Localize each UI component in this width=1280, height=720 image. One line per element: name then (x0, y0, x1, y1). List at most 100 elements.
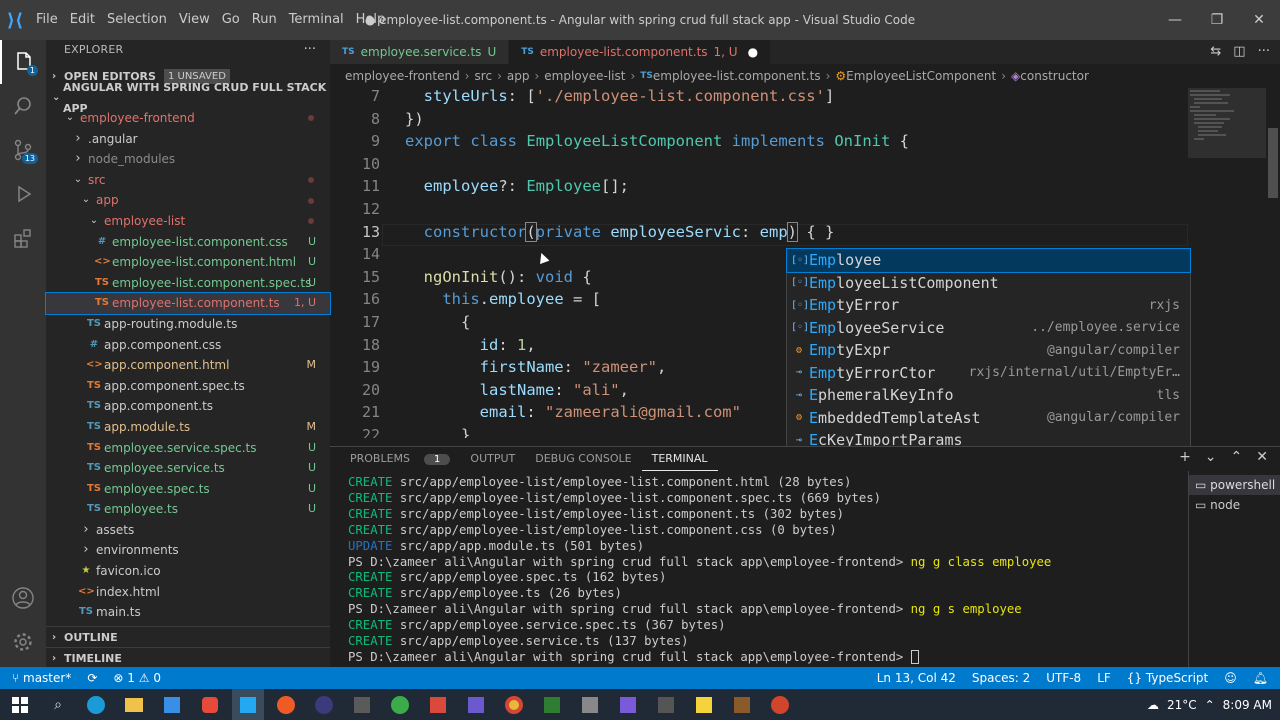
file-tree-item[interactable]: TS employee.spec.ts U (46, 479, 330, 500)
file-tree-item[interactable]: <> app.component.html M (46, 355, 330, 376)
breadcrumb-item[interactable]: employee-list (544, 69, 625, 83)
suggestion-item[interactable]: ⊸ EmptyErrorCtor rxjs/internal/util/EmptyE… (787, 362, 1190, 385)
code-line[interactable]: }) (405, 110, 424, 128)
breadcrumb-item[interactable]: EmployeeListComponent (846, 69, 996, 83)
tab-terminal[interactable]: TERMINAL (641, 448, 718, 471)
indentation[interactable]: Spaces: 2 (964, 671, 1038, 685)
app-icon[interactable] (422, 689, 454, 720)
file-tree-item[interactable]: › node_modules (46, 149, 330, 170)
app-icon[interactable] (384, 689, 416, 720)
code-line[interactable]: firstName: "zameer", (405, 358, 667, 376)
suggestion-item[interactable]: ⊸ EphemeralKeyInfo tls (787, 384, 1190, 407)
powerpoint-icon[interactable] (764, 689, 796, 720)
code-line[interactable]: styleUrls: ['./employee-list.component.c… (405, 88, 835, 105)
branch-status[interactable]: ⑂ master* (0, 671, 79, 685)
menu-view[interactable]: View (173, 0, 216, 40)
tab-problems[interactable]: PROBLEMS 1 (330, 448, 460, 471)
eclipse-icon[interactable] (308, 689, 340, 720)
sync-icon[interactable]: ⟳ (79, 671, 105, 685)
file-tree-item[interactable]: TS app-routing.module.ts (46, 314, 330, 335)
file-tree-item[interactable]: <> index.html (46, 582, 330, 603)
search-icon[interactable] (0, 84, 46, 128)
windows-start-icon[interactable] (4, 689, 36, 720)
tab-debug-console[interactable]: DEBUG CONSOLE (525, 448, 641, 470)
file-tree-item[interactable]: › .angular (46, 129, 330, 150)
file-tree-item[interactable]: TS app.module.ts M (46, 417, 330, 438)
terminal-item-powershell[interactable]: ▭ powershell (1189, 475, 1280, 495)
file-tree-item[interactable]: TS employee.service.spec.ts U (46, 438, 330, 459)
code-line[interactable]: constructor(private employeeServic: emp)… (405, 221, 834, 242)
search-icon[interactable]: ⌕ (42, 689, 74, 720)
file-tree-item[interactable]: ⌄ employee-list (46, 211, 330, 232)
suggestion-item[interactable]: [◦] EmployeeService ../employee.service (787, 317, 1190, 340)
app-icon[interactable] (536, 689, 568, 720)
code-line[interactable]: lastName: "ali", (405, 381, 629, 399)
file-tree-item[interactable]: TS employee.service.ts U (46, 458, 330, 479)
close-button[interactable]: ✕ (1238, 0, 1280, 40)
outline-section[interactable]: › OUTLINE (46, 626, 330, 647)
app-icon[interactable] (650, 689, 682, 720)
app-icon[interactable] (612, 689, 644, 720)
file-tree-item[interactable]: TS main.ts (46, 602, 330, 623)
file-tree-item[interactable]: # employee-list.component.css U (46, 232, 330, 253)
suggestion-item[interactable]: [◦] EmptyError rxjs (787, 294, 1190, 317)
file-tree-item[interactable]: ★ favicon.ico (46, 561, 330, 582)
postman-icon[interactable] (270, 689, 302, 720)
code-line[interactable]: email: "zameerali@gmail.com" (405, 403, 741, 421)
feedback-icon[interactable]: ☺ (1216, 671, 1245, 685)
file-tree-item[interactable]: TS employee-list.component.spec.ts U (46, 273, 330, 294)
chevron-down-icon[interactable]: ⌄ (1205, 449, 1217, 465)
new-terminal-icon[interactable]: + (1179, 449, 1191, 465)
close-panel-icon[interactable]: ✕ (1256, 449, 1268, 465)
suggestion-item[interactable]: [◦] Employee (786, 248, 1191, 273)
menu-run[interactable]: Run (246, 0, 283, 40)
file-tree-item[interactable]: TS app.component.ts (46, 396, 330, 417)
cursor-position[interactable]: Ln 13, Col 42 (869, 671, 964, 685)
menu-file[interactable]: File (30, 0, 64, 40)
maximize-panel-icon[interactable]: ⌃ (1231, 449, 1243, 465)
language-mode[interactable]: {} TypeScript (1119, 671, 1216, 685)
app-icon[interactable] (346, 689, 378, 720)
app-icon[interactable] (194, 689, 226, 720)
file-tree-item[interactable]: TS employee-list.component.ts 1, U (45, 292, 331, 315)
chrome-icon[interactable] (498, 689, 530, 720)
menu-go[interactable]: Go (216, 0, 246, 40)
sticky-notes-icon[interactable] (688, 689, 720, 720)
account-icon[interactable] (0, 576, 46, 620)
tray-icons[interactable]: ⌃ (1205, 698, 1215, 712)
more-actions-icon[interactable]: ··· (304, 40, 316, 60)
code-line[interactable]: } (405, 426, 470, 438)
code-line[interactable]: ngOnInit(): void { (405, 268, 592, 286)
explorer-icon[interactable]: 1 (0, 40, 46, 84)
minimize-button[interactable]: — (1154, 0, 1196, 40)
vscode-taskbar-icon[interactable] (232, 689, 264, 720)
file-tree-item[interactable]: <> employee-list.component.html U (46, 252, 330, 273)
app-icon[interactable] (460, 689, 492, 720)
breadcrumb-item[interactable]: app (507, 69, 530, 83)
settings-gear-icon[interactable] (0, 620, 46, 664)
suggestion-item[interactable]: [◦] EmployeeListComponent (787, 272, 1190, 295)
code-line[interactable]: { (405, 313, 470, 331)
terminal-item-node[interactable]: ▭ node (1189, 495, 1280, 515)
file-tree-item[interactable]: ⌄ employee-frontend (46, 108, 330, 129)
clock[interactable]: 8:09 AM (1223, 698, 1272, 712)
tab-employee-list-component[interactable]: TS employee-list.component.ts 1, U ● (509, 40, 772, 64)
suggestion-item[interactable]: ⚙ EmbeddedTemplateAst @angular/compiler (787, 407, 1190, 430)
temperature[interactable]: 21°C (1167, 698, 1197, 712)
timeline-section[interactable]: › TIMELINE (46, 647, 330, 668)
code-line[interactable]: employee?: Employee[]; (405, 177, 629, 195)
file-tree-item[interactable]: ⌄ app (46, 190, 330, 211)
minimap[interactable] (1188, 88, 1266, 438)
tab-output[interactable]: OUTPUT (460, 448, 525, 470)
store-icon[interactable] (156, 689, 188, 720)
code-line[interactable]: export class EmployeeListComponent imple… (405, 132, 909, 150)
weather-icon[interactable]: ☁ (1147, 698, 1159, 712)
terminal-output[interactable]: CREATE src/app/employee-list/employee-li… (348, 475, 1188, 666)
file-explorer-icon[interactable] (118, 689, 150, 720)
file-tree-item[interactable]: TS app.component.spec.ts (46, 376, 330, 397)
tab-employee-service[interactable]: TS employee.service.ts U (330, 40, 510, 64)
workspace-section[interactable]: ⌄ ANGULAR WITH SPRING CRUD FULL STACK AP… (46, 81, 330, 115)
compare-icon[interactable]: ⇆ (1210, 40, 1221, 64)
breadcrumb-item[interactable]: employee-frontend (345, 69, 460, 83)
file-tree-item[interactable]: ⌄ src (46, 170, 330, 191)
